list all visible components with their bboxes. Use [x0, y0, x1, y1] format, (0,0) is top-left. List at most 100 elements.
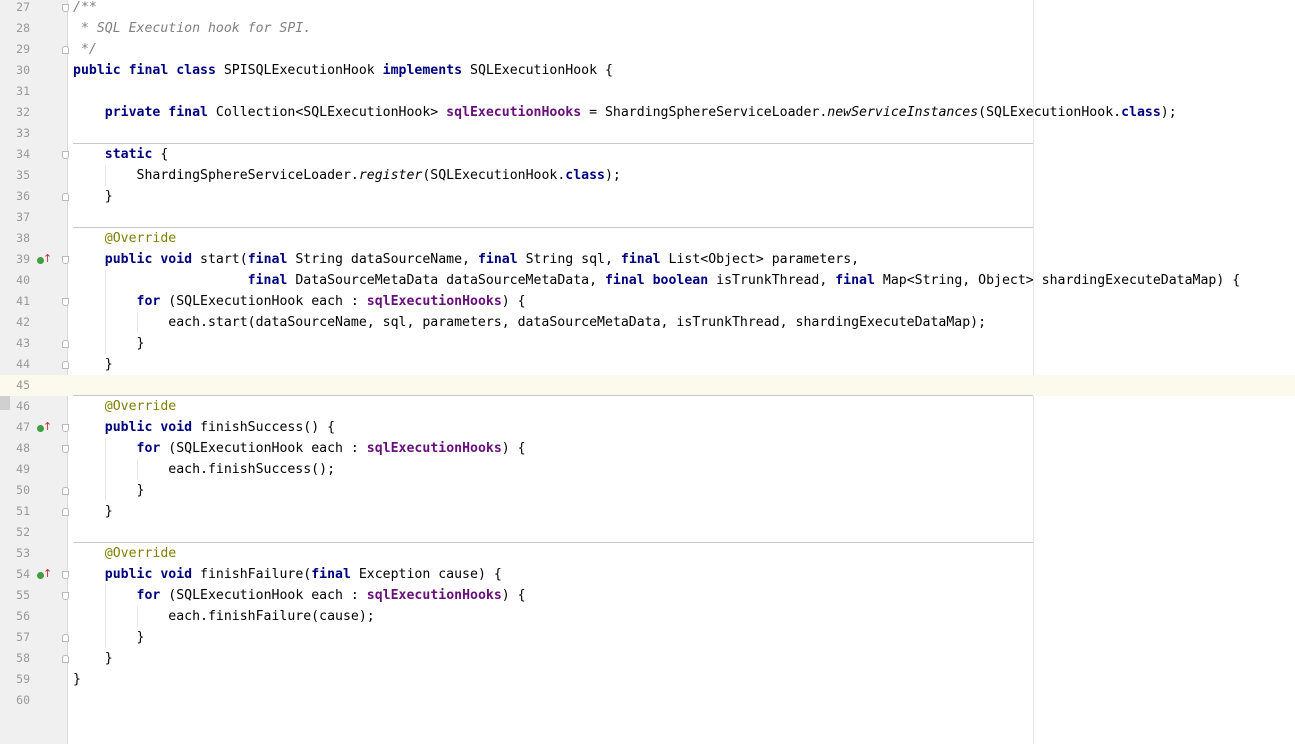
fold-end-icon[interactable] — [62, 361, 69, 369]
line-number: 47 — [16, 420, 30, 434]
line-number: 45 — [16, 378, 30, 392]
code-line[interactable]: 33 — [0, 123, 1295, 144]
code-text: } — [73, 669, 81, 690]
line-number: 59 — [16, 672, 30, 686]
line-number: 51 — [16, 504, 30, 518]
code-line[interactable]: 37 — [0, 207, 1295, 228]
fold-start-icon[interactable] — [62, 256, 69, 264]
fold-start-icon[interactable] — [62, 445, 69, 453]
line-number: 44 — [16, 357, 30, 371]
method-separator — [73, 227, 1033, 228]
line-number: 52 — [16, 525, 30, 539]
fold-end-icon[interactable] — [62, 634, 69, 642]
line-number: 57 — [16, 630, 30, 644]
code-line[interactable]: 58 } — [0, 648, 1295, 669]
code-token: final boolean — [604, 273, 709, 288]
code-line[interactable]: 55 for (SQLExecutionHook each : sqlExecu… — [0, 585, 1295, 606]
code-token: sqlExecutionHooks — [366, 588, 502, 603]
code-line[interactable]: 38 @Override — [0, 228, 1295, 249]
code-text: for (SQLExecutionHook each : sqlExecutio… — [73, 291, 526, 312]
fold-start-icon[interactable] — [62, 571, 69, 579]
code-text: public void start(final String dataSourc… — [73, 249, 859, 270]
code-line[interactable]: 36 } — [0, 186, 1295, 207]
code-line[interactable]: 28 * SQL Execution hook for SPI. — [0, 18, 1295, 39]
code-line[interactable]: 27 /** — [0, 0, 1295, 18]
code-token: (SQLExecutionHook each : — [160, 588, 367, 603]
code-token: ) { — [501, 294, 526, 309]
line-number: 29 — [16, 42, 30, 56]
code-token: private final — [104, 105, 208, 120]
code-line[interactable]: 30 public final class SPISQLExecutionHook… — [0, 60, 1295, 81]
code-line[interactable]: 32 private final Collection<SQLExecution… — [0, 102, 1295, 123]
code-line[interactable]: 45 — [0, 375, 1295, 396]
fold-end-icon[interactable] — [62, 193, 69, 201]
fold-end-icon[interactable] — [62, 487, 69, 495]
code-line[interactable]: 53 @Override — [0, 543, 1295, 564]
code-line[interactable]: 52 — [0, 522, 1295, 543]
fold-start-icon[interactable] — [62, 424, 69, 432]
line-number: 41 — [16, 294, 30, 308]
code-line[interactable]: 31 — [0, 81, 1295, 102]
code-line[interactable]: 51 } — [0, 501, 1295, 522]
fold-end-icon[interactable] — [62, 655, 69, 663]
fold-end-icon[interactable] — [62, 340, 69, 348]
code-token: = ShardingSphereServiceLoader. — [581, 105, 828, 120]
code-line[interactable]: 59} — [0, 669, 1295, 690]
code-line[interactable]: 44 } — [0, 354, 1295, 375]
code-token: finishSuccess() { — [192, 420, 336, 435]
code-line[interactable]: 57 } — [0, 627, 1295, 648]
line-number: 58 — [16, 651, 30, 665]
fold-start-icon[interactable] — [62, 4, 69, 12]
code-line[interactable]: 56 each.finishFailure(cause); — [0, 606, 1295, 627]
code-line[interactable]: 50 } — [0, 480, 1295, 501]
code-line[interactable]: 48 for (SQLExecutionHook each : sqlExecu… — [0, 438, 1295, 459]
method-separator — [73, 143, 1033, 144]
code-text: ShardingSphereServiceLoader.register(SQL… — [73, 165, 621, 186]
line-number: 55 — [16, 588, 30, 602]
fold-start-icon[interactable] — [62, 151, 69, 159]
code-text: } — [73, 354, 113, 375]
code-token: each.finishSuccess(); — [73, 462, 336, 477]
code-token: each.finishFailure(cause); — [73, 609, 375, 624]
code-token: */ — [73, 42, 97, 57]
line-number: 56 — [16, 609, 30, 623]
code-token: isTrunkThread, — [708, 273, 836, 288]
fold-end-icon[interactable] — [62, 46, 69, 54]
code-line[interactable]: 47 public void finishSuccess() { — [0, 417, 1295, 438]
code-token: /** — [73, 0, 97, 15]
code-line[interactable]: 60 — [0, 690, 1295, 711]
code-text: each.start(dataSourceName, sql, paramete… — [73, 312, 986, 333]
code-token: class — [1121, 105, 1161, 120]
override-method-icon[interactable]: ↑ — [36, 568, 52, 581]
code-line[interactable]: 29 */ — [0, 39, 1295, 60]
code-token: public void — [104, 420, 193, 435]
code-line[interactable]: 46 @Override — [0, 396, 1295, 417]
code-line[interactable]: 49 each.finishSuccess(); — [0, 459, 1295, 480]
code-text: @Override — [73, 228, 176, 249]
code-line[interactable]: 41 for (SQLExecutionHook each : sqlExecu… — [0, 291, 1295, 312]
code-line[interactable]: 34 static { — [0, 144, 1295, 165]
line-number: 54 — [16, 567, 30, 581]
fold-end-icon[interactable] — [62, 508, 69, 516]
fold-start-icon[interactable] — [62, 298, 69, 306]
code-token: List<Object> parameters, — [660, 252, 860, 267]
code-line[interactable]: 40 final DataSourceMetaData dataSourceMe… — [0, 270, 1295, 291]
fold-start-icon[interactable] — [62, 592, 69, 600]
indent-guide — [137, 312, 138, 333]
code-line[interactable]: 43 } — [0, 333, 1295, 354]
code-token: each.start(dataSourceName, sql, paramete… — [73, 315, 987, 330]
method-separator — [73, 542, 1033, 543]
override-method-icon[interactable]: ↑ — [36, 253, 52, 266]
code-token: * SQL Execution hook for SPI. — [73, 21, 312, 36]
indent-guide — [137, 606, 138, 627]
code-token: SQLExecutionHook { — [462, 63, 613, 78]
code-token: sqlExecutionHooks — [366, 294, 502, 309]
code-line[interactable]: 39 public void start(final String dataSo… — [0, 249, 1295, 270]
override-method-icon[interactable]: ↑ — [36, 421, 52, 434]
code-line[interactable]: 54 public void finishFailure(final Excep… — [0, 564, 1295, 585]
line-number: 35 — [16, 168, 30, 182]
code-line[interactable]: 35 ShardingSphereServiceLoader.register(… — [0, 165, 1295, 186]
code-line[interactable]: 42 each.start(dataSourceName, sql, param… — [0, 312, 1295, 333]
